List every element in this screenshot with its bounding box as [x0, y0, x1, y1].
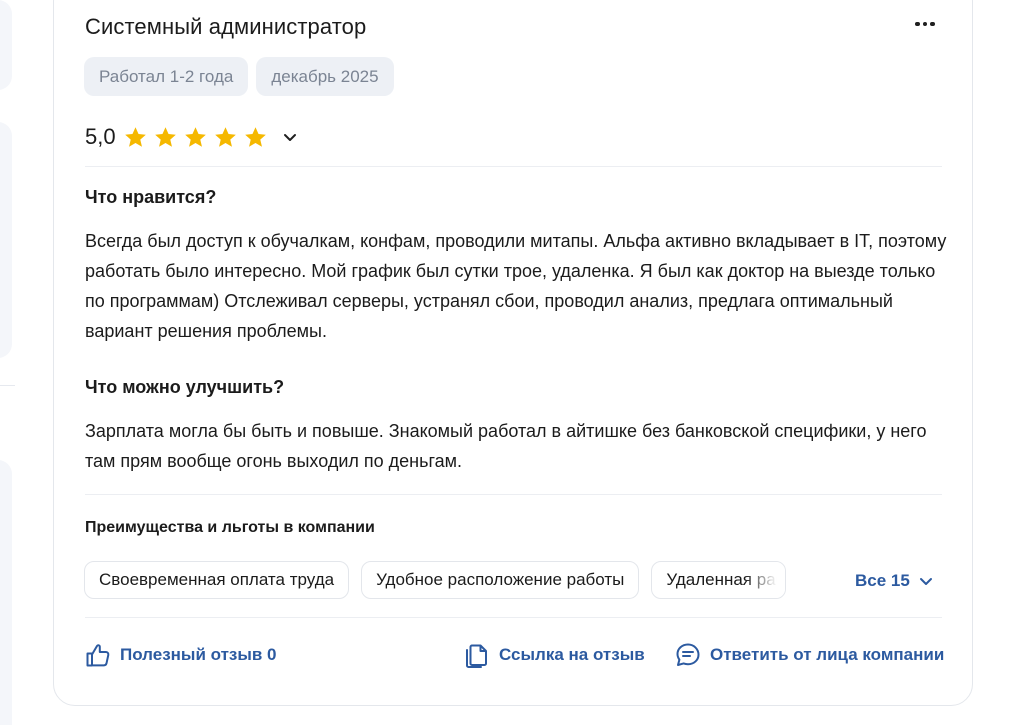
- divider: [0, 385, 15, 386]
- more-dot-icon: [922, 21, 928, 27]
- benefit-chip: Своевременная оплата труда: [84, 561, 350, 599]
- reply-as-company-label: Ответить от лица компании: [710, 645, 945, 664]
- star-icon: [124, 126, 146, 147]
- useful-review-button[interactable]: Полезный отзыв 0: [85, 641, 277, 669]
- more-dot-icon: [915, 21, 920, 27]
- improve-heading: Что можно улучшить?: [85, 377, 285, 397]
- divider: [85, 494, 942, 495]
- more-dot-icon: [930, 21, 935, 27]
- review-link-label: Ссылка на отзыв: [499, 645, 645, 664]
- benefit-chip-label: Удаленная работа: [666, 570, 786, 589]
- more-options-button[interactable]: [910, 14, 940, 34]
- thumbs-up-icon: [86, 644, 110, 667]
- benefit-chip: Удаленная работа: [651, 561, 787, 599]
- chevron-down-icon[interactable]: [282, 129, 298, 145]
- show-all-benefits-button[interactable]: Все 15: [855, 571, 934, 591]
- adjacent-card: [0, 0, 12, 90]
- review-card: [53, 0, 973, 706]
- reply-as-company-button[interactable]: Ответить от лица компании: [675, 641, 944, 669]
- date-tag: декабрь 2025: [256, 57, 394, 96]
- review-title: Системный администратор: [85, 14, 367, 39]
- chat-bubble-icon: [676, 643, 700, 666]
- chevron-down-icon: [919, 578, 932, 585]
- improve-text: Зарплата могла бы быть и повыше. Знакомы…: [85, 421, 927, 471]
- divider: [85, 617, 942, 618]
- divider: [85, 166, 942, 167]
- show-all-label: Все 15: [855, 571, 910, 590]
- adjacent-card: [0, 460, 12, 725]
- benefit-chip: Удобное расположение работы: [361, 561, 640, 599]
- likes-heading: Что нравится?: [85, 187, 217, 207]
- adjacent-card: [0, 122, 12, 358]
- rating-value: 5,0: [85, 124, 116, 149]
- benefits-heading: Преимущества и льготы в компании: [85, 519, 375, 536]
- star-icon: [214, 126, 236, 147]
- useful-review-label: Полезный отзыв 0: [120, 645, 277, 664]
- review-tags: Работал 1-2 года декабрь 2025: [84, 57, 394, 96]
- page: Системный администратор Работал 1-2 года…: [0, 0, 1020, 725]
- experience-tag: Работал 1-2 года: [84, 57, 249, 96]
- review-link-button[interactable]: Ссылка на отзыв: [464, 641, 645, 669]
- rating-stars: [123, 125, 268, 150]
- star-icon: [154, 126, 176, 147]
- likes-text: Всегда был доступ к обучалкам, конфам, п…: [85, 231, 947, 341]
- copy-link-icon: [466, 644, 487, 668]
- star-icon: [184, 126, 206, 147]
- rating: 5,0: [85, 124, 298, 150]
- star-icon: [244, 126, 266, 147]
- benefits-chips: Своевременная оплата труда Удобное распо…: [84, 561, 787, 599]
